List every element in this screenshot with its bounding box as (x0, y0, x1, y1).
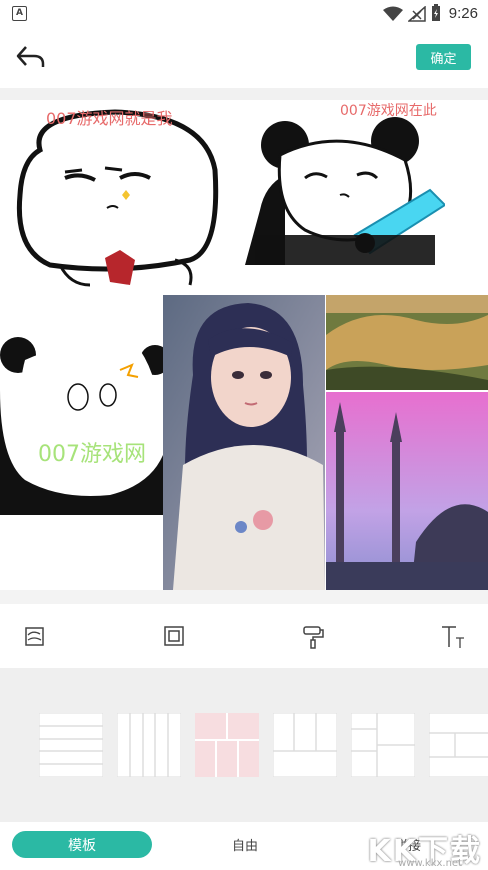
template-panel (0, 668, 488, 822)
clock: 9:26 (448, 5, 478, 22)
status-bar: A 9:26 (0, 0, 488, 28)
watermark-text: 007游戏网就是我 (46, 109, 173, 128)
wifi-icon (383, 6, 403, 21)
meme-image-2[interactable] (245, 115, 445, 275)
meme-image-1[interactable] (10, 100, 225, 295)
paint-roller-icon[interactable] (298, 620, 330, 652)
watermark-text: 007游戏网 (38, 442, 146, 467)
landscape-photo[interactable] (326, 295, 488, 390)
tab-template[interactable]: 模板 (12, 831, 152, 858)
header: 确定 (0, 28, 488, 88)
battery-icon (432, 4, 440, 21)
watermark-text: 007游戏网在此 (340, 103, 437, 119)
brand-url: www.kkx.net (398, 858, 462, 869)
frame-icon[interactable] (158, 620, 190, 652)
meme-image-3[interactable] (0, 335, 163, 525)
divider (0, 88, 488, 100)
mosque-photo[interactable] (326, 392, 488, 590)
collage-canvas[interactable]: 007游戏网就是我 007游戏网在此 007游戏网 (0, 100, 488, 590)
tool-bar (0, 604, 488, 668)
divider (0, 590, 488, 604)
template-option[interactable] (273, 713, 337, 777)
app-notification-icon: A (12, 6, 27, 21)
template-option[interactable] (351, 713, 415, 777)
template-option[interactable] (117, 713, 181, 777)
template-option[interactable] (429, 713, 488, 777)
bottom-tab-bar: 模板 自由 拼接 KK下载 www.kkx.net (0, 822, 488, 869)
portrait-photo[interactable] (163, 295, 325, 590)
signal-icon (408, 6, 426, 22)
background-icon[interactable] (18, 620, 50, 652)
tab-free[interactable]: 自由 (185, 831, 305, 858)
confirm-button[interactable]: 确定 (416, 44, 471, 70)
text-icon[interactable] (438, 620, 470, 652)
template-option[interactable] (39, 713, 103, 777)
template-option-selected[interactable] (195, 713, 259, 777)
back-icon[interactable] (14, 42, 48, 72)
